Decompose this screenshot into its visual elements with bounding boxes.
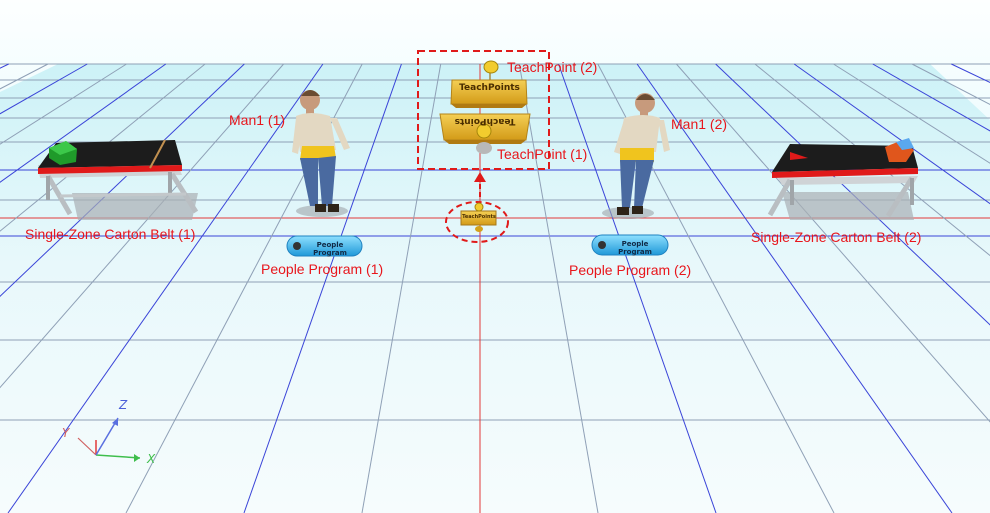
- belt-1-label: Single-Zone Carton Belt (1): [25, 226, 196, 242]
- scene-canvas: [0, 0, 990, 513]
- people-program-2-button[interactable]: People Program: [605, 240, 665, 256]
- axis-y-label: Y: [62, 426, 70, 440]
- axis-x-label: X: [147, 452, 156, 466]
- man1-1-label: Man1 (1): [229, 112, 286, 128]
- people-program-2-label: People Program (2): [569, 262, 692, 278]
- belt-2-label: Single-Zone Carton Belt (2): [751, 229, 922, 245]
- teachpoints-block-top-text[interactable]: TeachPoints: [452, 83, 527, 93]
- people-program-1-label: People Program (1): [261, 261, 384, 277]
- people-program-1-button[interactable]: People Program: [300, 241, 360, 257]
- teachpoint-1-label: TeachPoint (1): [497, 146, 588, 162]
- man1-2-label: Man1 (2): [671, 116, 728, 132]
- 3d-viewport[interactable]: TeachPoint (2) TeachPoint (1) Man1 (1) M…: [0, 0, 990, 513]
- axis-z-label: Z: [119, 398, 128, 412]
- conveyor-2: [767, 138, 918, 220]
- teachpoints-block-bottom-text[interactable]: TeachPoints: [444, 116, 526, 126]
- teachpoints-small-block-text[interactable]: TeachPoints: [462, 214, 496, 220]
- teachpoint-2-label: TeachPoint (2): [507, 59, 598, 75]
